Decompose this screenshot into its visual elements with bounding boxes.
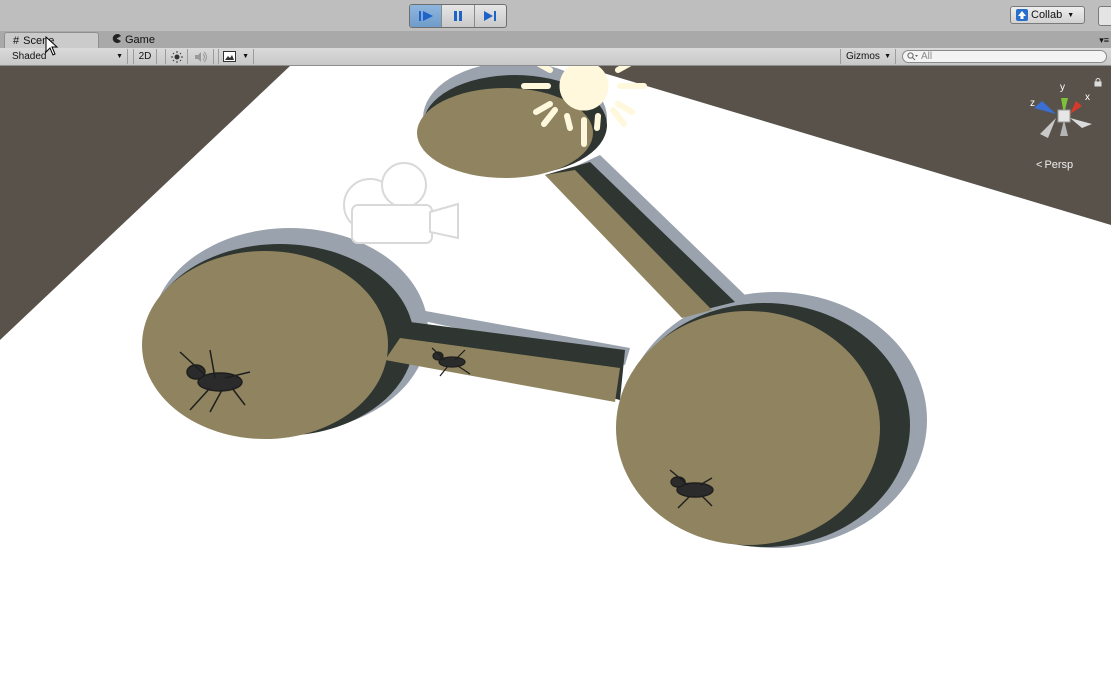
lighting-toggle[interactable] [165,49,188,64]
axis-x-label: x [1085,92,1090,103]
axis-neg-x-cone [1040,118,1056,138]
tab-game-label: Game [125,34,155,46]
game-pacman-icon [112,34,121,46]
chevron-down-icon: ▼ [116,53,123,60]
pause-icon [453,11,462,21]
sun-icon [170,50,183,63]
effects-dropdown[interactable]: ▼ [218,49,254,64]
tab-game[interactable]: Game [104,32,184,48]
search-icon [907,52,918,61]
shading-mode-dropdown[interactable]: Shaded ▼ [6,49,128,64]
gizmos-label: Gizmos [846,51,880,62]
audio-toggle[interactable] [189,49,214,64]
tab-strip: # Scene Game ▾≡ [0,31,1111,49]
axis-z-label: z [1030,98,1035,109]
chamber-right-floor [616,311,880,545]
2d-label: 2D [138,51,152,62]
scene-grid-icon: # [13,34,20,47]
scene-toolbar: Shaded ▼ 2D ▼ Gizmos ▼ All [0,48,1111,66]
image-icon [223,51,236,62]
main-toolbar: Collab ▼ [0,0,1111,31]
chamber-left-floor [142,251,388,439]
collab-label: Collab [1031,9,1063,21]
scene-viewport[interactable]: y x z < Persp [0,66,1111,680]
step-button[interactable] [475,5,506,27]
2d-toggle[interactable]: 2D [133,49,157,64]
tab-menu-icon[interactable]: ▾≡ [1099,35,1109,46]
axis-y-label: y [1060,82,1065,93]
collab-button[interactable]: Collab ▼ [1010,6,1085,24]
chevron-down-icon: ▼ [1067,11,1075,19]
chevron-down-icon: ▼ [242,53,249,60]
cloud-upload-icon [1016,9,1028,21]
chevron-left-icon: < [1036,159,1043,171]
lock-icon[interactable] [1094,78,1102,90]
step-icon [484,11,497,21]
play-icon [418,11,433,21]
axis-neg-z-cone [1070,118,1092,128]
scene-geometry [0,66,1111,680]
mouse-cursor-icon [45,36,59,56]
projection-label: Persp [1044,159,1074,171]
speaker-icon [195,51,207,62]
play-button[interactable] [410,5,443,27]
shading-mode-label: Shaded [12,51,47,62]
search-placeholder: All [921,51,933,62]
account-button[interactable] [1098,6,1111,26]
chevron-down-icon: ▼ [884,53,891,60]
gizmos-dropdown[interactable]: Gizmos ▼ [840,49,896,64]
axis-center-cube [1057,109,1071,123]
pause-button[interactable] [442,5,475,27]
scene-search-input[interactable]: All [902,50,1107,63]
projection-toggle[interactable]: < Persp [1036,159,1073,171]
axis-z-cone [1034,101,1056,114]
axis-x-cone [1070,101,1082,114]
playback-controls [409,4,507,28]
